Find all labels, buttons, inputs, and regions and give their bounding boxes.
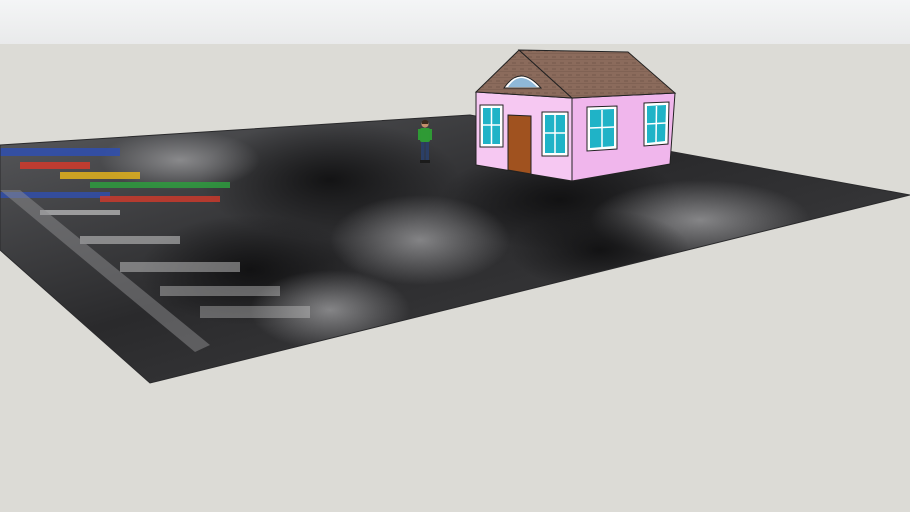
window [586, 105, 618, 152]
terrain-mat [0, 114, 910, 384]
door [507, 114, 532, 175]
3d-model-viewport [0, 0, 910, 512]
window [643, 101, 670, 147]
window [479, 104, 504, 148]
window [541, 111, 569, 157]
house-model-icon [474, 49, 677, 182]
scene-drawing [0, 49, 910, 384]
